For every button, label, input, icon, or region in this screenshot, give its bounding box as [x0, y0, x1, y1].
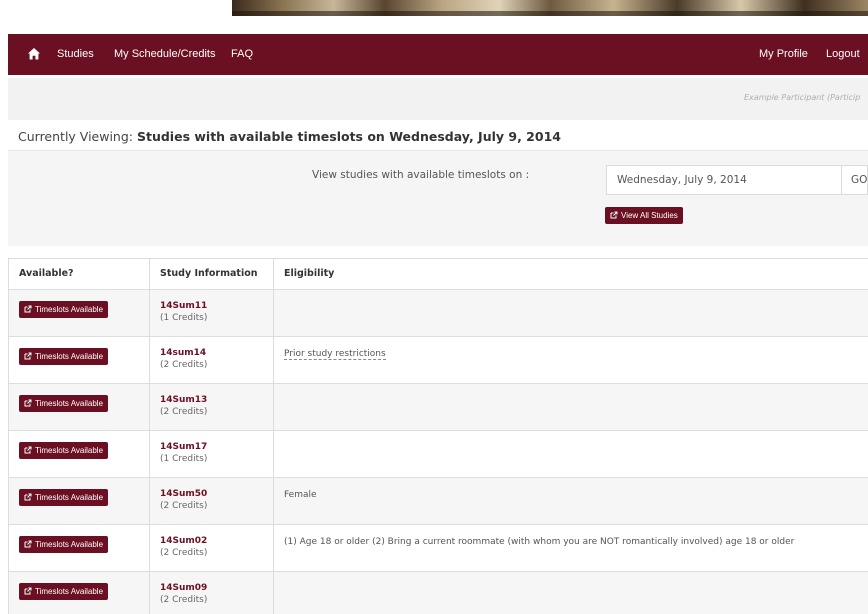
timeslots-available-label: Timeslots Available [35, 493, 104, 502]
study-credits: (1 Credits) [160, 454, 208, 464]
header-study-information: Study Information [149, 258, 274, 290]
header-banner [0, 0, 868, 28]
date-filter-panel: View studies with available timeslots on… [8, 150, 868, 246]
cell-available: Timeslots Available [8, 524, 150, 572]
timeslots-available-label: Timeslots Available [35, 540, 104, 549]
external-link-icon [24, 493, 32, 501]
table-header-row: Available? Study Information Eligibility [8, 258, 868, 290]
external-link-icon [24, 352, 32, 360]
timeslots-available-button[interactable]: Timeslots Available [19, 536, 109, 553]
study-name-link[interactable]: 14Sum17 [160, 442, 263, 452]
timeslots-available-button[interactable]: Timeslots Available [19, 489, 109, 506]
timeslots-available-button[interactable]: Timeslots Available [19, 395, 109, 412]
external-link-icon [610, 211, 618, 219]
cell-eligibility [273, 383, 868, 431]
cell-eligibility: (1) Age 18 or older (2) Bring a current … [273, 524, 868, 572]
cell-study-information: 14Sum50 (2 Credits) [149, 477, 274, 525]
table-row: Timeslots Available 14Sum17 (1 Credits) [8, 430, 868, 478]
timeslots-available-button[interactable]: Timeslots Available [19, 301, 109, 318]
study-credits: (1 Credits) [160, 313, 208, 323]
table-row: Timeslots Available 14Sum13 (2 Credits) [8, 383, 868, 431]
date-input[interactable] [606, 165, 842, 195]
view-all-studies-label: View All Studies [621, 211, 678, 220]
study-credits: (2 Credits) [160, 548, 208, 558]
nav-my-schedule-credits[interactable]: My Schedule/Credits [114, 34, 216, 75]
studies-table: Available? Study Information Eligibility… [8, 258, 868, 614]
study-credits: (2 Credits) [160, 501, 208, 511]
external-link-icon [24, 399, 32, 407]
cell-available: Timeslots Available [8, 336, 150, 384]
study-credits: (2 Credits) [160, 360, 208, 370]
cell-eligibility [273, 289, 868, 337]
table-row: Timeslots Available 14Sum09 (2 Credits) [8, 571, 868, 614]
timeslots-available-label: Timeslots Available [35, 446, 104, 455]
external-link-icon [24, 305, 32, 313]
cell-available: Timeslots Available [8, 477, 150, 525]
study-name-link[interactable]: 14Sum50 [160, 489, 263, 499]
date-filter-label: View studies with available timeslots on… [312, 169, 530, 181]
cell-available: Timeslots Available [8, 289, 150, 337]
eligibility-text: Female [284, 490, 317, 500]
go-button[interactable]: GO [842, 165, 868, 195]
currently-viewing-label: Currently Viewing: [18, 129, 133, 144]
study-credits: (2 Credits) [160, 595, 208, 605]
header-available: Available? [8, 258, 150, 290]
view-all-studies-button[interactable]: View All Studies [605, 207, 683, 224]
timeslots-available-button[interactable]: Timeslots Available [19, 442, 109, 459]
cell-available: Timeslots Available [8, 383, 150, 431]
cell-study-information: 14Sum02 (2 Credits) [149, 524, 274, 572]
top-navbar: Studies My Schedule/Credits FAQ My Profi… [8, 34, 868, 75]
external-link-icon [24, 446, 32, 454]
table-row: Timeslots Available 14Sum02 (2 Credits) (1)… [8, 524, 868, 572]
table-row: Timeslots Available 14Sum50 (2 Credits) Fem… [8, 477, 868, 525]
cell-study-information: 14Sum11 (1 Credits) [149, 289, 274, 337]
cell-eligibility: Female [273, 477, 868, 525]
cell-study-information: 14sum14 (2 Credits) [149, 336, 274, 384]
study-name-link[interactable]: 14Sum02 [160, 536, 263, 546]
study-name-link[interactable]: 14sum14 [160, 348, 263, 358]
cell-study-information: 14Sum13 (2 Credits) [149, 383, 274, 431]
table-row: Timeslots Available 14Sum11 (1 Credits) [8, 289, 868, 337]
nav-my-profile[interactable]: My Profile [759, 34, 808, 75]
home-icon[interactable] [27, 47, 41, 61]
participant-name: Example Participant (Particip [744, 93, 861, 102]
study-name-link[interactable]: 14Sum09 [160, 583, 263, 593]
external-link-icon [24, 587, 32, 595]
study-credits: (2 Credits) [160, 407, 208, 417]
table-row: Timeslots Available 14sum14 (2 Credits) Pri… [8, 336, 868, 384]
cell-eligibility: Prior study restrictions [273, 336, 868, 384]
study-name-link[interactable]: 14Sum13 [160, 395, 263, 405]
timeslots-available-button[interactable]: Timeslots Available [19, 348, 109, 365]
studies-table-wrap: Available? Study Information Eligibility… [8, 258, 868, 614]
timeslots-available-button[interactable]: Timeslots Available [19, 583, 109, 600]
study-name-link[interactable]: 14Sum11 [160, 301, 263, 311]
eligibility-text: (1) Age 18 or older (2) Bring a current … [284, 537, 795, 547]
cell-study-information: 14Sum09 (2 Credits) [149, 571, 274, 614]
nav-faq[interactable]: FAQ [231, 34, 253, 75]
banner-photo [232, 0, 868, 16]
timeslots-available-label: Timeslots Available [35, 352, 104, 361]
cell-available: Timeslots Available [8, 430, 150, 478]
cell-eligibility [273, 571, 868, 614]
timeslots-available-label: Timeslots Available [35, 399, 104, 408]
cell-study-information: 14Sum17 (1 Credits) [149, 430, 274, 478]
cell-eligibility [273, 430, 868, 478]
currently-viewing-value: Studies with available timeslots on Wedn… [136, 129, 561, 144]
external-link-icon [24, 540, 32, 548]
timeslots-available-label: Timeslots Available [35, 587, 104, 596]
nav-studies[interactable]: Studies [57, 34, 94, 75]
header-eligibility: Eligibility [273, 258, 868, 290]
eligibility-text: Prior study restrictions [284, 349, 386, 360]
currently-viewing: Currently Viewing: Studies with availabl… [18, 129, 561, 144]
timeslots-available-label: Timeslots Available [35, 305, 104, 314]
nav-logout[interactable]: Logout [826, 34, 860, 75]
cell-available: Timeslots Available [8, 571, 150, 614]
participant-bar: Example Participant (Particip [8, 78, 868, 120]
